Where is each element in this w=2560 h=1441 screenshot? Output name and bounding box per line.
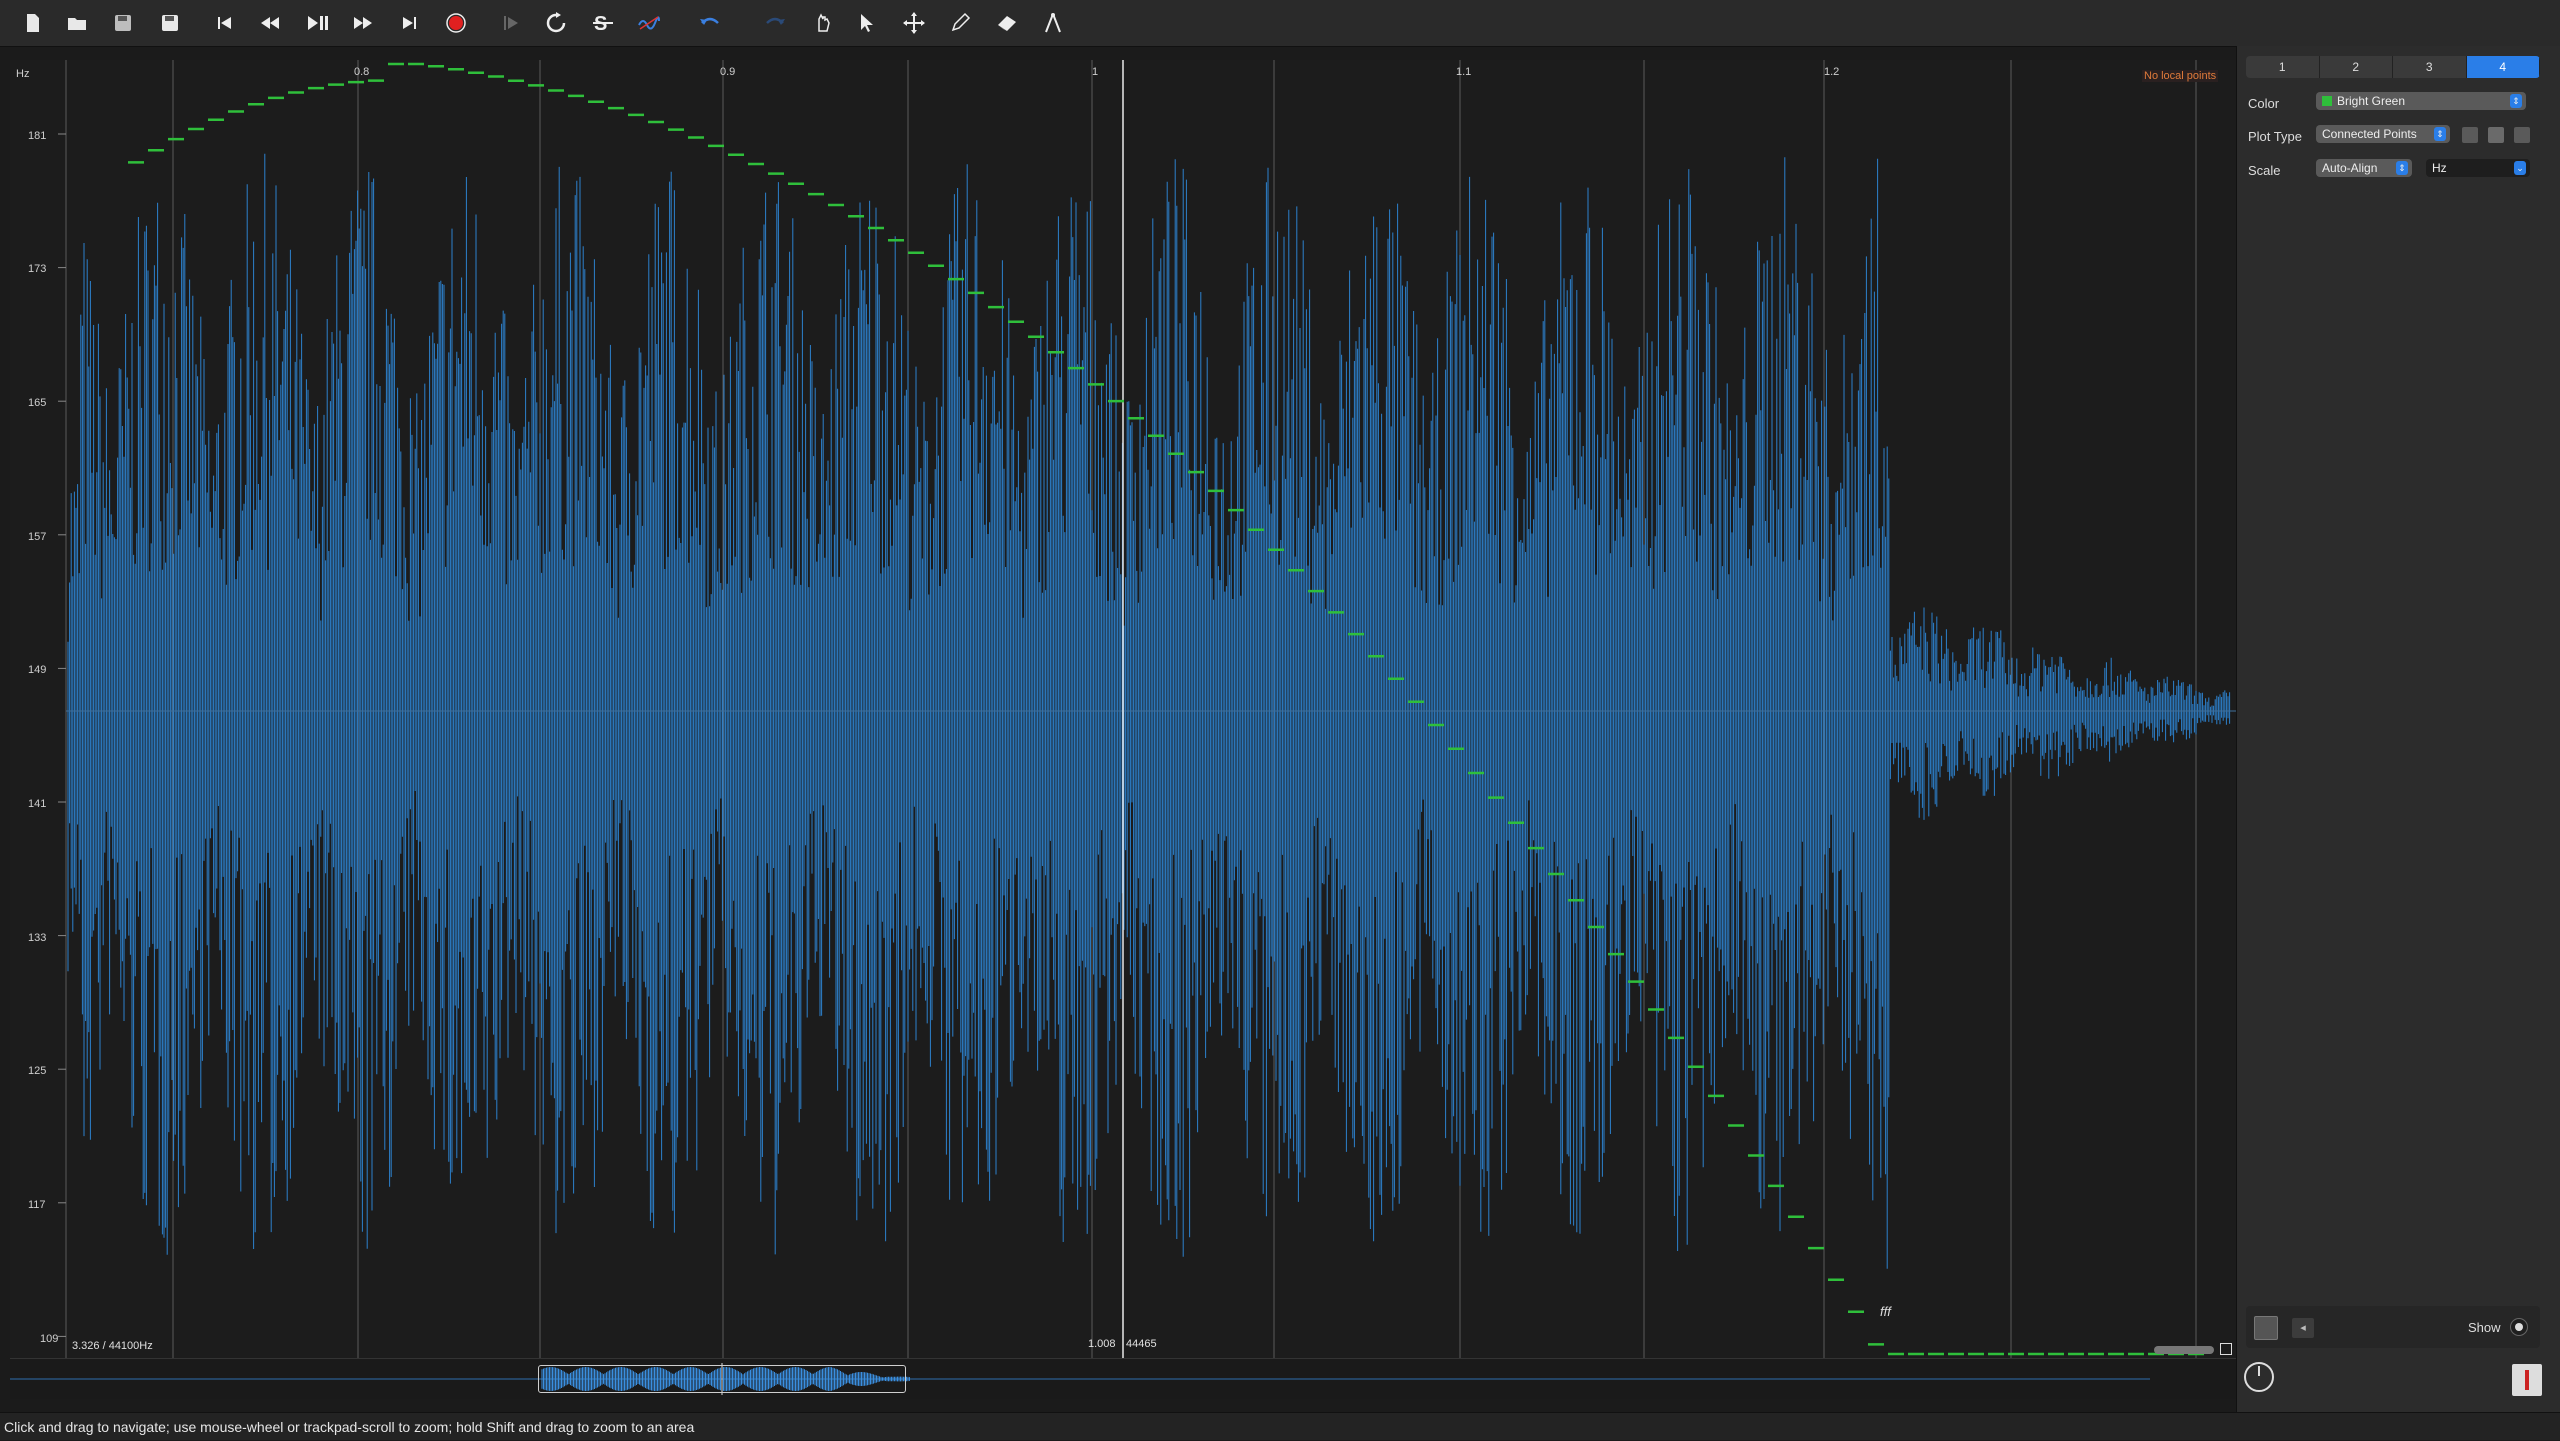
tab-label: 2 (2352, 60, 2360, 74)
chevron-updown-icon: ⇕ (2434, 127, 2446, 141)
y-tick-label: 109 (40, 1333, 59, 1345)
plot-style-lines-icon[interactable] (2514, 127, 2530, 143)
plot-style-bars-icon[interactable] (2462, 127, 2478, 143)
color-select[interactable]: Bright Green ⇕ (2316, 92, 2526, 110)
save-icon[interactable] (108, 8, 138, 38)
y-axis-unit: Hz (16, 68, 30, 80)
move-tool-icon[interactable] (899, 8, 929, 38)
corner-square[interactable] (2220, 1343, 2232, 1355)
normalize-icon[interactable] (634, 8, 664, 38)
y-tick-label: 173 (28, 263, 47, 275)
plot-type-select[interactable]: Connected Points ⇕ (2316, 125, 2450, 143)
y-tick-label: 149 (28, 664, 47, 676)
redo-icon[interactable] (760, 8, 790, 38)
tab-4[interactable]: 4 (2466, 56, 2540, 78)
rewind-icon[interactable] (255, 8, 285, 38)
layer-visible-toggle-icon[interactable] (2254, 1316, 2278, 1340)
y-tick-label: 181 (28, 130, 47, 142)
y-tick-label: 165 (28, 397, 47, 409)
cursor-time-readout: 1.008 (1088, 1338, 1116, 1350)
x-tick-label: 1.2 (1824, 66, 1840, 78)
status-text: Click and drag to navigate; use mouse-wh… (4, 1419, 695, 1435)
tab-3[interactable]: 3 (2393, 56, 2467, 78)
scale-unit-value: Hz (2432, 161, 2447, 175)
scale-label: Scale (2248, 163, 2281, 178)
waveform-canvas[interactable] (10, 60, 2236, 1358)
skip-to-start-icon[interactable] (210, 8, 240, 38)
tab-label: 3 (2425, 60, 2433, 74)
save-as-icon[interactable] (155, 8, 185, 38)
tab-2[interactable]: 2 (2320, 56, 2393, 78)
status-bar: Click and drag to navigate; use mouse-wh… (0, 1412, 2560, 1440)
meter-icon[interactable] (2512, 1364, 2542, 1396)
layer-properties-panel (2236, 46, 2560, 1412)
layer-tabs: 1 2 3 4 (2246, 56, 2540, 78)
layer-play-toggle-icon[interactable]: ◂ (2292, 1318, 2314, 1338)
x-tick-label: 1.1 (1456, 66, 1472, 78)
cursor-sample-readout: 44465 (1126, 1338, 1157, 1350)
show-toggle[interactable] (2510, 1318, 2528, 1336)
tab-1[interactable]: 1 (2246, 56, 2320, 78)
y-tick-label: 141 (28, 798, 47, 810)
fast-forward-icon[interactable] (348, 8, 378, 38)
y-tick-label: 133 (28, 932, 47, 944)
y-tick-label: 125 (28, 1065, 47, 1077)
overview-viewport-box[interactable] (538, 1365, 906, 1393)
navigate-tool-icon[interactable] (808, 8, 838, 38)
color-value: Bright Green (2337, 94, 2406, 108)
view-scrollbar-handle[interactable] (2154, 1346, 2214, 1354)
play-selection-icon[interactable] (496, 8, 526, 38)
waveform-view[interactable]: Hz 181 173 165 157 149 141 133 125 117 1… (10, 60, 2236, 1358)
record-icon[interactable] (441, 8, 471, 38)
chevron-updown-icon: ⇕ (2510, 94, 2522, 108)
draw-tool-icon[interactable] (945, 8, 975, 38)
measure-tool-icon[interactable] (1038, 8, 1068, 38)
chevron-updown-icon: ⇕ (2396, 161, 2408, 175)
note-label: fff (1880, 1304, 1891, 1319)
y-tick-label: 157 (28, 531, 47, 543)
overview-waveform (10, 1363, 2150, 1395)
y-tick-label: 117 (28, 1199, 46, 1211)
play-pause-icon[interactable] (302, 8, 332, 38)
solo-icon[interactable]: S (588, 8, 618, 38)
skip-to-end-icon[interactable] (394, 8, 424, 38)
color-label: Color (2248, 96, 2280, 111)
scale-unit-select[interactable]: Hz ⌄ (2426, 159, 2530, 177)
plot-type-value: Connected Points (2322, 127, 2417, 141)
sample-rate-readout: 3.326 / 44100Hz (72, 1340, 153, 1352)
erase-tool-icon[interactable] (992, 8, 1022, 38)
select-tool-icon[interactable] (852, 8, 882, 38)
dial-knob-icon[interactable] (2244, 1362, 2274, 1392)
toolbar: S (0, 0, 2560, 47)
open-file-icon[interactable] (62, 8, 92, 38)
plot-type-label: Plot Type (2248, 129, 2302, 144)
x-tick-label: 0.9 (720, 66, 736, 78)
tab-label: 1 (2278, 60, 2286, 74)
overview-strip[interactable] (10, 1358, 2236, 1399)
loop-icon[interactable] (541, 8, 571, 38)
chevron-down-icon: ⌄ (2514, 161, 2526, 175)
show-label: Show (2468, 1320, 2501, 1335)
color-swatch (2322, 96, 2332, 106)
x-tick-label: 0.8 (354, 66, 370, 78)
scale-value: Auto-Align (2322, 161, 2378, 175)
x-tick-label: 1 (1092, 66, 1099, 78)
no-local-points-label: No local points (2142, 70, 2219, 82)
scale-select[interactable]: Auto-Align ⇕ (2316, 159, 2412, 177)
undo-icon[interactable] (695, 8, 725, 38)
tab-label: 4 (2499, 60, 2507, 74)
new-file-icon[interactable] (18, 8, 48, 38)
plot-style-points-icon[interactable] (2488, 127, 2504, 143)
